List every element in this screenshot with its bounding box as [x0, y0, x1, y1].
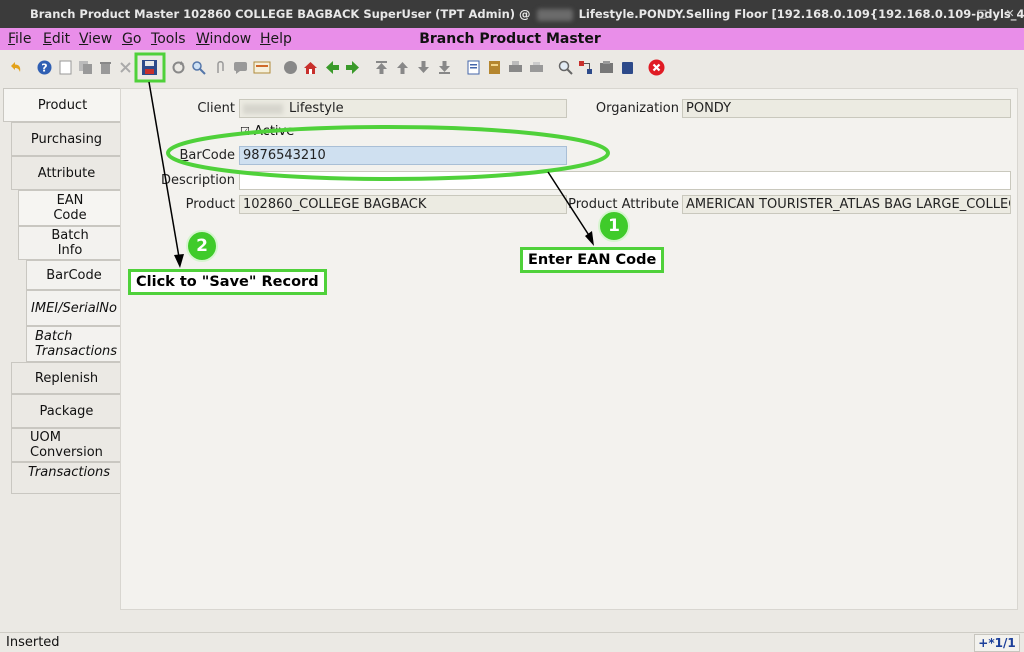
menu-help[interactable]: Help — [260, 30, 292, 48]
menu-view[interactable]: View — [79, 30, 112, 48]
report-icon[interactable] — [466, 60, 481, 75]
undo-icon[interactable] — [8, 60, 23, 75]
next-icon[interactable] — [416, 60, 431, 75]
window-title-bar: Branch Product Master 102860 COLLEGE BAG… — [0, 0, 1024, 28]
copy-icon[interactable] — [78, 60, 93, 75]
tab-transactions[interactable]: Transactions — [11, 462, 121, 494]
history-icon[interactable] — [253, 60, 271, 75]
organization-field[interactable]: PONDY — [682, 99, 1011, 118]
step-2-badge: 2 — [186, 230, 218, 262]
client-label: Client — [197, 101, 235, 116]
tab-purchasing[interactable]: Purchasing — [11, 122, 121, 156]
home-icon[interactable] — [303, 60, 318, 75]
forward-icon[interactable] — [345, 60, 360, 75]
window-controls: □ ✕ — [968, 0, 1024, 28]
barcode-label: BarCode — [179, 148, 235, 163]
tab-uom-conversion[interactable]: UOM Conversion — [11, 428, 121, 462]
attachment-icon[interactable] — [213, 60, 228, 75]
toolbar: ? — [0, 52, 1024, 84]
redacted-client-prefix — [243, 103, 283, 114]
workflow-icon[interactable] — [578, 60, 593, 75]
chat-icon[interactable] — [233, 60, 248, 75]
barcode-field[interactable]: 9876543210 — [239, 146, 567, 165]
first-icon[interactable] — [374, 60, 389, 75]
menu-file[interactable]: File — [8, 30, 31, 48]
redacted-client-name — [536, 8, 573, 21]
product-field[interactable]: 102860_COLLEGE BAGBACK — [239, 195, 567, 214]
tab-barcode[interactable]: BarCode — [26, 260, 121, 290]
archived-docs-icon[interactable] — [487, 60, 502, 75]
client-field[interactable]: Lifestyle — [239, 99, 567, 118]
print-icon[interactable] — [508, 60, 523, 75]
tab-strip: Product Purchasing Attribute EAN Code Bat… — [0, 88, 124, 608]
step-1-callout: Enter EAN Code — [520, 247, 665, 273]
product-attribute-field[interactable]: AMERICAN TOURISTER_ATLAS BAG LARGE_COLLE… — [682, 195, 1011, 214]
window-heading: Branch Product Master — [419, 31, 601, 47]
tab-product[interactable]: Product — [3, 88, 121, 122]
lock-icon[interactable] — [620, 60, 635, 75]
menu-bar: File Edit View Go Tools Window Help Bran… — [0, 28, 1024, 50]
maximize-button[interactable]: □ — [968, 0, 996, 28]
organization-label: Organization — [595, 101, 679, 116]
step-2-callout: Click to "Save" Record — [128, 269, 327, 295]
description-label: Description — [160, 173, 235, 188]
tab-attribute[interactable]: Attribute — [11, 156, 121, 190]
tab-batch-info[interactable]: Batch Info — [18, 226, 121, 260]
status-bar: Inserted +*1/1 — [0, 632, 1024, 652]
refresh-icon[interactable] — [171, 60, 186, 75]
previous-icon[interactable] — [395, 60, 410, 75]
menu-edit[interactable]: Edit — [43, 30, 70, 48]
window-title-prefix: Branch Product Master 102860 COLLEGE BAG… — [30, 7, 531, 21]
svg-text:?: ? — [41, 62, 47, 75]
new-icon[interactable] — [58, 60, 73, 75]
tab-imei-serialno[interactable]: IMEI/SerialNo — [26, 290, 121, 326]
step-1-badge: 1 — [598, 210, 630, 242]
menu-window[interactable]: Window — [196, 30, 251, 48]
delete-selection-icon[interactable] — [118, 60, 133, 75]
back-icon[interactable] — [325, 60, 340, 75]
status-text: Inserted — [6, 635, 60, 650]
print-preview-icon[interactable] — [529, 60, 544, 75]
active-checkbox[interactable]: ☑ Active — [240, 124, 294, 140]
product-label: Product — [185, 197, 235, 212]
archive-icon[interactable] — [283, 60, 298, 75]
delete-icon[interactable] — [98, 60, 113, 75]
window-title-suffix: Lifestyle.PONDY.Selling Floor [192.168.0… — [578, 7, 1024, 21]
description-field[interactable] — [239, 171, 1011, 190]
help-icon[interactable]: ? — [37, 60, 52, 75]
menu-tools[interactable]: Tools — [151, 30, 186, 48]
checkmark-icon: ☑ — [240, 125, 250, 138]
menu-go[interactable]: Go — [122, 30, 141, 48]
record-navigation-info[interactable]: +*1/1 — [974, 634, 1020, 652]
find-icon[interactable] — [191, 60, 206, 75]
form-panel: Client Lifestyle Organization PONDY ☑ Ac… — [120, 88, 1018, 610]
tab-ean-code[interactable]: EAN Code — [18, 190, 121, 226]
last-icon[interactable] — [437, 60, 452, 75]
save-icon[interactable] — [141, 59, 158, 76]
tab-replenish[interactable]: Replenish — [11, 362, 121, 394]
close-button[interactable]: ✕ — [996, 0, 1024, 28]
tab-batch-transactions[interactable]: Batch Transactions — [26, 326, 121, 362]
product-info-icon[interactable] — [599, 60, 614, 75]
close-window-icon[interactable] — [648, 59, 665, 76]
tab-package[interactable]: Package — [11, 394, 121, 428]
zoom-across-icon[interactable] — [558, 60, 573, 75]
